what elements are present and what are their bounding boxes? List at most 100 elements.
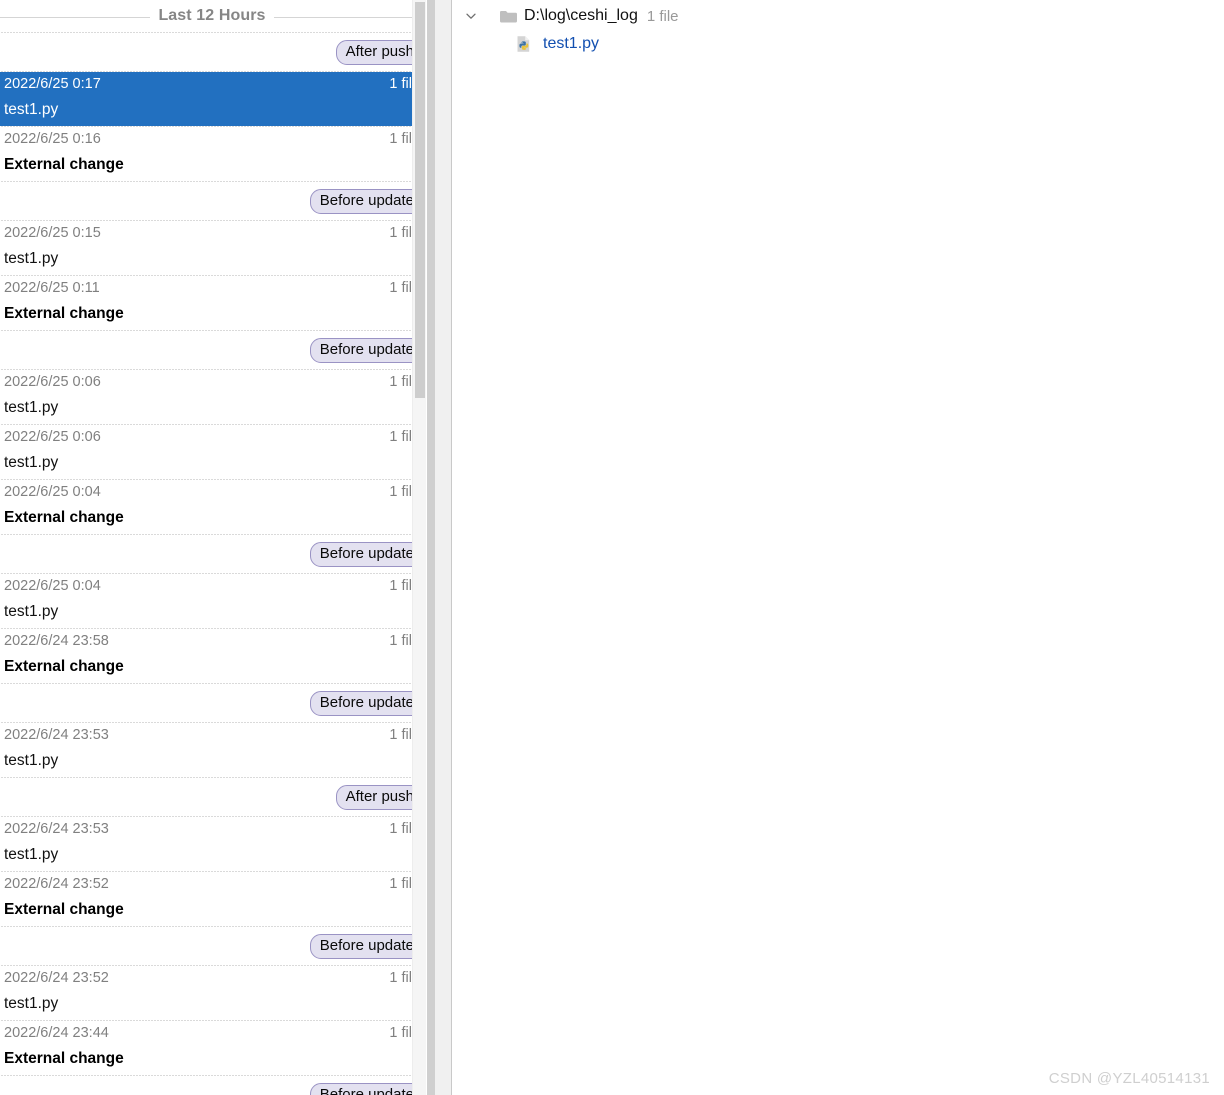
chevron-down-icon[interactable] (462, 7, 480, 25)
revision-label: test1.py (4, 846, 59, 863)
local-history-window: Last 12 Hours After push 2022/6/25 0:17 1 … (0, 0, 1224, 1095)
revision-label-chip[interactable]: After push (335, 39, 424, 65)
revision-label: test1.py (4, 752, 59, 769)
revision-label-chip[interactable]: Before update (309, 1082, 424, 1095)
revision-entry-row[interactable]: 2022/6/25 0:04 1 file test1.py (0, 574, 426, 628)
revision-label: test1.py (4, 454, 59, 471)
revision-timestamp: 2022/6/24 23:58 (4, 633, 109, 649)
revision-entry-header: 2022/6/25 0:06 1 file (4, 429, 424, 451)
revision-label-chip[interactable]: Before update (309, 337, 424, 363)
revision-label: test1.py (4, 399, 59, 416)
revision-entry-row[interactable]: 2022/6/24 23:52 1 file test1.py (0, 966, 426, 1020)
revision-label-row[interactable]: Before update (0, 684, 426, 722)
revision-entry-row[interactable]: 2022/6/24 23:53 1 file test1.py (0, 817, 426, 871)
revision-label-chip[interactable]: Before update (309, 188, 424, 214)
revision-timestamp: 2022/6/24 23:52 (4, 876, 109, 892)
revision-entry-row[interactable]: 2022/6/24 23:53 1 file test1.py (0, 723, 426, 777)
revision-timestamp: 2022/6/25 0:15 (4, 225, 101, 241)
root-file-count: 1 file (646, 7, 679, 25)
revision-entry-row[interactable]: 2022/6/25 0:17 1 file test1.py (0, 72, 426, 126)
changed-files-tree[interactable]: D:\log\ceshi_log 1 file test1.py (452, 0, 1224, 1095)
revision-timestamp: 2022/6/25 0:06 (4, 374, 101, 390)
revision-label: External change (4, 658, 124, 675)
revision-entry-body: test1.py (4, 247, 424, 271)
local-history-revision-list[interactable]: Last 12 Hours After push 2022/6/25 0:17 1 … (0, 0, 426, 1095)
revision-label-chip[interactable]: Before update (309, 541, 424, 567)
revision-entry-body: test1.py (4, 396, 424, 420)
revision-label: External change (4, 156, 124, 173)
revision-label-row[interactable]: Before update (0, 182, 426, 220)
revision-timestamp: 2022/6/25 0:06 (4, 429, 101, 445)
revision-entry-body: External change (4, 1047, 424, 1071)
revision-entry-header: 2022/6/25 0:16 1 file (4, 131, 424, 153)
revision-entry-body: test1.py (4, 992, 424, 1016)
revision-entry-body: External change (4, 153, 424, 177)
revision-label-row[interactable]: Before update (0, 331, 426, 369)
revision-entry-row[interactable]: 2022/6/24 23:58 1 file External change (0, 629, 426, 683)
tree-row-file[interactable]: test1.py (462, 30, 1224, 58)
revision-timestamp: 2022/6/25 0:16 (4, 131, 101, 147)
revision-entry-header: 2022/6/24 23:52 1 file (4, 970, 424, 992)
section-title: Last 12 Hours (158, 7, 266, 24)
revision-label: test1.py (4, 995, 59, 1012)
revision-label-row[interactable]: Before update (0, 535, 426, 573)
revision-label-chip[interactable]: After push (335, 784, 424, 810)
revision-entry-header: 2022/6/25 0:17 1 file (4, 76, 424, 98)
revision-entry-header: 2022/6/25 0:04 1 file (4, 578, 424, 600)
revision-entry-body: test1.py (4, 843, 424, 867)
python-file-icon (514, 34, 534, 54)
revision-timestamp: 2022/6/24 23:53 (4, 821, 109, 837)
revision-entry-row[interactable]: 2022/6/25 0:04 1 file External change (0, 480, 426, 534)
tree-row-root[interactable]: D:\log\ceshi_log 1 file (462, 2, 1224, 30)
revision-entry-body: External change (4, 655, 424, 679)
root-folder-path: D:\log\ceshi_log (524, 7, 638, 24)
revision-entry-row[interactable]: 2022/6/24 23:44 1 file External change (0, 1021, 426, 1075)
revision-entry-body: test1.py (4, 451, 424, 475)
revision-entry-body: test1.py (4, 98, 424, 122)
revision-timestamp: 2022/6/25 0:17 (4, 76, 101, 92)
tree-file-name[interactable]: test1.py (543, 35, 599, 53)
revision-timestamp: 2022/6/25 0:04 (4, 484, 101, 500)
revision-timestamp: 2022/6/25 0:11 (4, 280, 100, 296)
revision-rows-container: After push 2022/6/25 0:17 1 file test1.py 20… (0, 32, 426, 1095)
revision-label: test1.py (4, 603, 59, 620)
watermark-text: CSDN @YZL40514131 (1048, 1070, 1210, 1087)
revision-label-chip[interactable]: Before update (309, 933, 424, 959)
revision-entry-row[interactable]: 2022/6/24 23:52 1 file External change (0, 872, 426, 926)
revision-entry-row[interactable]: 2022/6/25 0:06 1 file test1.py (0, 425, 426, 479)
revision-entry-row[interactable]: 2022/6/25 0:16 1 file External change (0, 127, 426, 181)
section-rule-left (0, 16, 151, 18)
history-scrollbar-thumb[interactable] (415, 2, 425, 398)
history-scrollbar[interactable] (412, 0, 426, 1095)
revision-timestamp: 2022/6/24 23:53 (4, 727, 109, 743)
revision-label: External change (4, 305, 124, 322)
revision-entry-header: 2022/6/25 0:11 1 file (4, 280, 424, 302)
section-rule-right (273, 16, 424, 18)
revision-timestamp: 2022/6/24 23:52 (4, 970, 109, 986)
splitter-grip[interactable] (427, 0, 435, 1095)
revision-entry-body: External change (4, 302, 424, 326)
revision-timestamp: 2022/6/25 0:04 (4, 578, 101, 594)
revision-entry-row[interactable]: 2022/6/25 0:06 1 file test1.py (0, 370, 426, 424)
revision-label-row[interactable]: After push (0, 778, 426, 816)
revision-entry-body: External change (4, 898, 424, 922)
revision-label: External change (4, 1050, 124, 1067)
revision-label: External change (4, 901, 124, 918)
revision-label-row[interactable]: After push (0, 33, 426, 71)
revision-entry-header: 2022/6/24 23:52 1 file (4, 876, 424, 898)
folder-icon (498, 7, 518, 25)
revision-entry-row[interactable]: 2022/6/25 0:15 1 file test1.py (0, 221, 426, 275)
revision-entry-body: test1.py (4, 600, 424, 624)
revision-entry-body: External change (4, 506, 424, 530)
revision-label-row[interactable]: Before update (0, 1076, 426, 1095)
revision-label-row[interactable]: Before update (0, 927, 426, 965)
revision-entry-row[interactable]: 2022/6/25 0:11 1 file External change (0, 276, 426, 330)
revision-timestamp: 2022/6/24 23:44 (4, 1025, 109, 1041)
revision-entry-header: 2022/6/24 23:58 1 file (4, 633, 424, 655)
revision-label-chip[interactable]: Before update (309, 690, 424, 716)
revision-label: test1.py (4, 250, 59, 267)
panel-splitter[interactable] (426, 0, 452, 1095)
revision-label: External change (4, 509, 124, 526)
revision-entry-header: 2022/6/25 0:15 1 file (4, 225, 424, 247)
section-header-last-12-hours: Last 12 Hours (0, 0, 426, 32)
